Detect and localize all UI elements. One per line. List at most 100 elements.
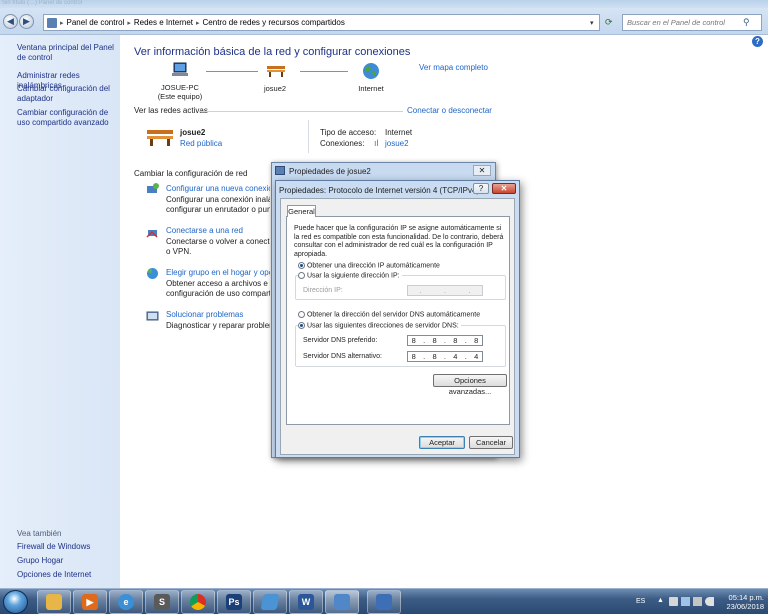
map-node-network[interactable]: josue2 xyxy=(245,84,305,93)
section-divider xyxy=(198,111,403,112)
intro-text: Puede hacer que la configuración IP se a… xyxy=(294,225,504,258)
sidebar-link-internet-options[interactable]: Opciones de Internet xyxy=(17,570,117,580)
ip-auto-option[interactable]: Obtener una dirección IP automáticamente xyxy=(298,262,440,271)
computer-icon xyxy=(171,62,189,76)
language-indicator[interactable]: ES xyxy=(636,598,645,605)
taskbar-chrome[interactable] xyxy=(181,590,215,614)
breadcrumb-network-center[interactable]: Centro de redes y recursos compartidos xyxy=(200,18,348,27)
forward-arrow-icon: ▶ xyxy=(23,16,30,26)
sidebar-link-homegroup[interactable]: Grupo Hogar xyxy=(17,556,117,566)
page-title: Ver información básica de la red y confi… xyxy=(134,46,411,58)
connections-link[interactable]: josue2 xyxy=(385,139,409,148)
ip-field-separator: . xyxy=(419,286,422,295)
taskbar-media[interactable]: ▶ xyxy=(73,590,107,614)
dns-auto-label: Obtener la dirección del servidor DNS au… xyxy=(306,311,481,319)
map-node-internet[interactable]: Internet xyxy=(341,84,401,93)
breadcrumb-network-internet[interactable]: Redes e Internet xyxy=(131,18,196,27)
dns-alternate-field[interactable]: 8. 8. 4. 4 xyxy=(407,351,483,362)
tab-general[interactable]: General xyxy=(287,205,316,217)
ip-octet: 4 xyxy=(453,352,458,361)
taskbar-explorer[interactable] xyxy=(37,590,71,614)
task-desc-line: configurar un enrutador o punto de acces… xyxy=(166,205,270,214)
dns-alternate-label: Servidor DNS alternativo: xyxy=(303,353,382,360)
dns-preferred-field[interactable]: 8. 8. 8. 8 xyxy=(407,335,483,346)
ip-dot: . xyxy=(423,352,426,361)
ipv4-properties-dialog: Propiedades: Protocolo de Internet versi… xyxy=(275,180,520,458)
dns-manual-radio[interactable] xyxy=(298,322,305,329)
taskbar-ie[interactable]: e xyxy=(109,590,143,614)
map-node-computer[interactable]: JOSUE-PC (Este equipo) xyxy=(150,83,210,101)
ip-dot: . xyxy=(464,352,467,361)
clock-time: 05:14 p.m. xyxy=(728,593,764,602)
refresh-icon[interactable]: ⟳ xyxy=(605,17,613,28)
close-button[interactable]: ✕ xyxy=(473,165,491,176)
chevron-down-icon[interactable]: ▾ xyxy=(590,19,594,27)
sidebar-link-firewall[interactable]: Firewall de Windows xyxy=(17,542,117,552)
search-input[interactable] xyxy=(623,18,743,27)
taskbar-photoshop[interactable]: Ps xyxy=(217,590,251,614)
search-icon[interactable]: ⚲ xyxy=(743,17,750,28)
ok-button[interactable]: Aceptar xyxy=(419,436,465,449)
breadcrumb-control-panel[interactable]: Panel de control xyxy=(64,18,128,27)
task-new-connection-desc: Configurar una conexión inalámbrica, de … xyxy=(166,195,270,215)
ip-octet: 8 xyxy=(411,352,416,361)
ip-field-separator: . xyxy=(468,286,471,295)
taskbar-other[interactable] xyxy=(367,590,401,614)
dns-manual-label: Usar las siguientes direcciones de servi… xyxy=(306,322,459,330)
dialog-body: General Puede hacer que la configuración… xyxy=(280,198,515,455)
volume-icon[interactable] xyxy=(705,597,714,606)
network-icon[interactable] xyxy=(681,597,690,606)
back-button[interactable]: ◀ xyxy=(3,14,18,29)
start-button[interactable] xyxy=(3,590,28,614)
network-type-link[interactable]: Red pública xyxy=(180,139,222,148)
ip-dot: . xyxy=(423,336,426,345)
taskbar-control-panel[interactable] xyxy=(325,590,359,614)
ip-address-label: Dirección IP: xyxy=(303,287,343,294)
flag-icon[interactable] xyxy=(669,597,678,606)
cancel-button[interactable]: Cancelar xyxy=(469,436,513,449)
sidebar-link-adapter-settings[interactable]: Cambiar configuración del adaptador xyxy=(17,84,117,104)
troubleshoot-icon xyxy=(146,310,159,323)
taskbar-app[interactable] xyxy=(253,590,287,614)
task-homegroup-link[interactable]: Elegir grupo en el hogar y opciones de u… xyxy=(166,268,270,277)
clock[interactable]: 05:14 p.m. 23/06/2018 xyxy=(716,593,764,611)
bench-network-icon xyxy=(266,63,286,77)
help-button[interactable]: ? xyxy=(473,183,489,194)
ip-octet: 8 xyxy=(432,336,437,345)
app-icon xyxy=(260,594,280,610)
full-map-link[interactable]: Ver mapa completo xyxy=(419,63,488,72)
ip-address-field[interactable]: . . . xyxy=(407,285,483,296)
ip-field-separator: . xyxy=(443,286,447,295)
map-node-computer-sublabel: (Este equipo) xyxy=(157,92,203,101)
dns-auto-option[interactable]: Obtener la dirección del servidor DNS au… xyxy=(298,311,480,320)
ip-manual-radio[interactable] xyxy=(298,272,305,279)
window-title: Sin título (…) Panel de control xyxy=(2,0,83,6)
task-desc-line: Obtener acceso a archivos e impresoras u… xyxy=(166,279,270,288)
sidebar-link-advanced-sharing[interactable]: Cambiar configuración de uso compartido … xyxy=(17,108,117,128)
dns-manual-option[interactable]: Usar las siguientes direcciones de servi… xyxy=(298,322,461,331)
control-panel-icon xyxy=(47,17,57,28)
ip-auto-radio[interactable] xyxy=(298,262,305,269)
address-bar[interactable]: ▸ Panel de control ▸ Redes e Internet ▸ … xyxy=(43,14,600,31)
dns-auto-radio[interactable] xyxy=(298,311,305,318)
power-icon[interactable] xyxy=(693,597,702,606)
chevron-up-icon[interactable]: ▲ xyxy=(657,597,666,606)
task-troubleshoot-link[interactable]: Solucionar problemas xyxy=(166,310,270,319)
ip-dot: . xyxy=(443,336,447,345)
editor-icon: S xyxy=(154,594,170,610)
taskbar-sublime[interactable]: S xyxy=(145,590,179,614)
active-networks-heading: Ver las redes activas xyxy=(134,106,208,115)
search-box[interactable]: ⚲ xyxy=(622,14,762,31)
control-panel-icon xyxy=(334,594,350,610)
help-icon[interactable]: ? xyxy=(752,36,763,47)
ip-manual-option[interactable]: Usar la siguiente dirección IP: xyxy=(298,272,402,281)
network-name: josue2 xyxy=(180,128,206,137)
task-new-connection-link[interactable]: Configurar una nueva conexión o red xyxy=(166,184,270,193)
forward-button[interactable]: ▶ xyxy=(19,14,34,29)
task-connect-network-link[interactable]: Conectarse a una red xyxy=(166,226,270,235)
close-button[interactable]: ✕ xyxy=(492,183,516,194)
taskbar-word[interactable]: W xyxy=(289,590,323,614)
sidebar-link-control-panel-home[interactable]: Ventana principal del Panel de control xyxy=(17,43,117,63)
connect-disconnect-link[interactable]: Conectar o desconectar xyxy=(407,106,492,115)
advanced-options-button[interactable]: Opciones avanzadas... xyxy=(433,374,507,396)
